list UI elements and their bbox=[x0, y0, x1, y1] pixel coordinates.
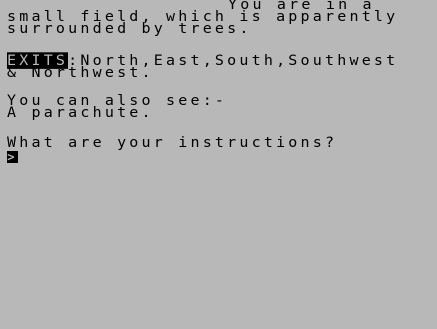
object-item-parachute: A parachute. bbox=[7, 104, 154, 121]
exits-line-2: & Northwest. bbox=[7, 64, 154, 81]
game-screen: You are in a small field, which is appar… bbox=[0, 0, 437, 329]
command-input-cursor[interactable]: > bbox=[7, 151, 18, 163]
instructions-prompt: What are your instructions? bbox=[7, 134, 338, 151]
location-description-line-3: surrounded by trees. bbox=[7, 20, 252, 37]
